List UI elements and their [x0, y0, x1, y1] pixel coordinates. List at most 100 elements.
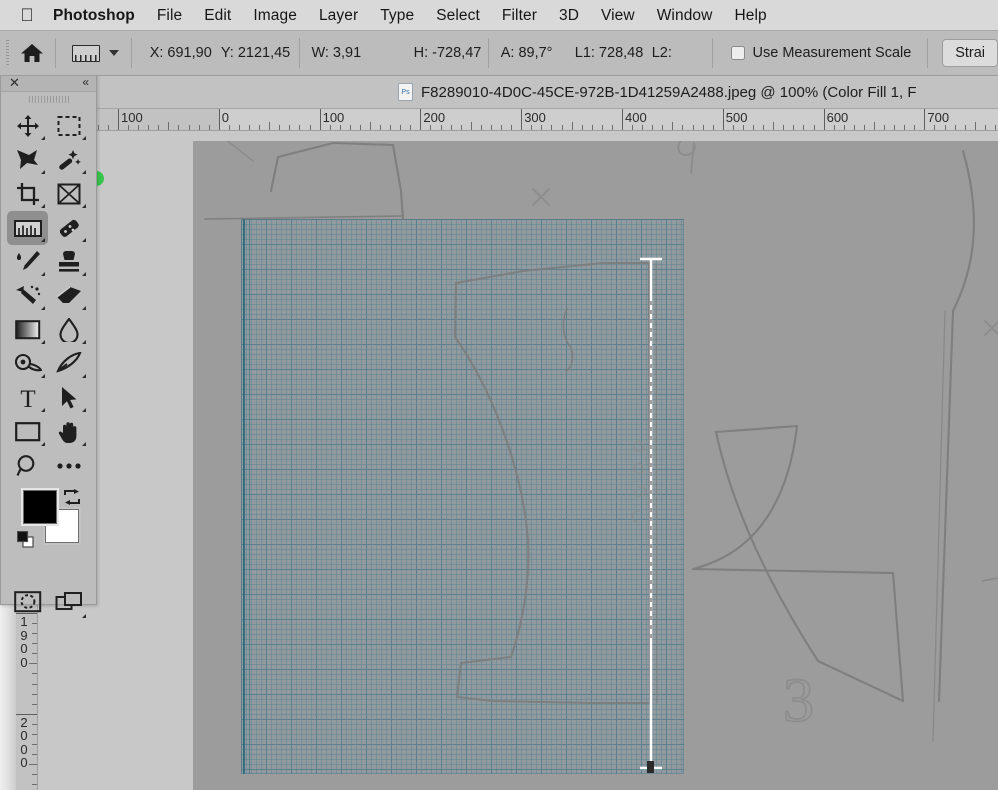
ruler-tick-minor: [32, 744, 37, 746]
panel-grip-icon[interactable]: [1, 92, 96, 107]
double-chevron-left-icon[interactable]: «: [82, 76, 89, 88]
ruler-tick-minor: [803, 125, 805, 130]
healing-brush-icon: [16, 251, 40, 270]
ruler-tick-minor: [914, 125, 916, 130]
foreground-color-swatch[interactable]: [23, 490, 57, 524]
path-selection-tool[interactable]: [48, 381, 89, 415]
color-swatches: [1, 489, 96, 577]
ruler-tick-minor: [188, 125, 190, 130]
quick-mask-mode-button[interactable]: [7, 583, 48, 621]
horizontal-ruler[interactable]: 100010020030040050060070080090010001100: [16, 109, 998, 131]
sketch-wedge-inner-curve: [691, 424, 799, 571]
menu-help[interactable]: Help: [723, 0, 777, 31]
ruler-tick-minor: [863, 125, 865, 130]
crop-tool[interactable]: [7, 177, 48, 211]
ruler-tick-minor: [32, 643, 37, 645]
ruler-tick-minor: [128, 125, 130, 130]
ruler-tick-minor: [29, 764, 37, 766]
ruler-tick-minor: [259, 125, 261, 130]
sketch-stray-line: [226, 141, 254, 162]
ruler-tick-minor: [107, 125, 109, 130]
canvas-area[interactable]: 3: [38, 131, 998, 790]
menu-file[interactable]: File: [146, 0, 193, 31]
sketch-body-left-short: [453, 281, 458, 339]
artboard[interactable]: 3: [193, 141, 998, 790]
rectangle-tool[interactable]: [7, 415, 48, 449]
menu-image[interactable]: Image: [242, 0, 308, 31]
measure-w-value[interactable]: W: 3,91: [301, 45, 361, 61]
menu-window[interactable]: Window: [646, 0, 724, 31]
tools-panel[interactable]: ✕ « T: [0, 72, 97, 618]
straighten-layer-button[interactable]: Strai: [942, 39, 998, 67]
sketch-wedge-outer-curve: [714, 430, 820, 663]
blur-tool[interactable]: [48, 313, 89, 347]
dodge-tool[interactable]: [7, 347, 48, 381]
ruler-label: 500: [725, 110, 748, 125]
ruler-tick-minor: [561, 125, 563, 130]
options-separator-6: [927, 38, 929, 68]
gradient-tool[interactable]: [7, 313, 48, 347]
photoshop-window:  Photoshop File Edit Image Layer Type S…: [0, 0, 998, 790]
move-tool[interactable]: [7, 109, 48, 143]
type-tool[interactable]: T: [7, 381, 48, 415]
gradient-icon: [14, 320, 40, 340]
menu-3d[interactable]: 3D: [548, 0, 590, 31]
use-measurement-scale-toggle[interactable]: Use Measurement Scale: [715, 45, 926, 61]
frame-icon: [57, 183, 80, 205]
apple-logo-icon[interactable]: : [14, 6, 40, 24]
home-button[interactable]: [12, 42, 53, 64]
clone-stamp-tool[interactable]: [48, 245, 89, 279]
sketch-wedge-right-edge: [891, 571, 905, 703]
edit-toolbar-button[interactable]: [48, 449, 89, 483]
eraser-tool[interactable]: [48, 279, 89, 313]
screen-mode-button[interactable]: [48, 583, 89, 621]
ruler-tick-minor: [672, 122, 674, 130]
sketch-body-bottom-edge: [455, 695, 650, 705]
menu-type[interactable]: Type: [369, 0, 425, 31]
menu-photoshop[interactable]: Photoshop: [46, 0, 146, 31]
document-tab[interactable]: F8289010-4D0C-45CE-972B-1D41259A2488.jpe…: [384, 76, 931, 109]
tool-flyout-indicator: [82, 170, 86, 174]
lasso-tool[interactable]: [7, 143, 48, 177]
lasso-icon: [17, 150, 38, 169]
ruler-label: 1900: [20, 614, 28, 670]
close-icon[interactable]: ✕: [9, 76, 20, 89]
rectangular-marquee-tool[interactable]: [48, 109, 89, 143]
hand-icon: [58, 422, 76, 443]
spot-healing-brush-tool[interactable]: [7, 245, 48, 279]
ruler-label: 0: [221, 110, 230, 125]
ruler-tick-minor: [753, 125, 755, 130]
swap-colors-icon[interactable]: [63, 489, 81, 510]
menu-view[interactable]: View: [590, 0, 646, 31]
ruler-tick-minor: [339, 125, 341, 130]
menu-layer[interactable]: Layer: [308, 0, 369, 31]
frame-tool[interactable]: [48, 177, 89, 211]
measure-l2-value[interactable]: L2:: [636, 45, 672, 61]
tool-flyout-indicator: [82, 272, 86, 276]
zoom-tool[interactable]: [7, 449, 48, 483]
menu-filter[interactable]: Filter: [491, 0, 548, 31]
rectangle-icon: [14, 422, 40, 442]
options-bar: X: 691,90 Y: 2121,45 W: 3,91 H: -728,47 …: [0, 31, 998, 76]
options-bar-grip[interactable]: [4, 40, 12, 66]
default-colors-icon[interactable]: [16, 530, 34, 553]
menu-select[interactable]: Select: [425, 0, 491, 31]
pen-tool[interactable]: [48, 347, 89, 381]
measure-h-value[interactable]: H: -728,47: [356, 45, 482, 61]
magic-wand-tool[interactable]: [48, 143, 89, 177]
tool-preset-picker[interactable]: [58, 44, 129, 62]
history-brush-tool[interactable]: [7, 279, 48, 313]
ruler-tick-minor: [793, 125, 795, 130]
measure-l1-value[interactable]: L1: 728,48: [547, 45, 644, 61]
ruler-tool[interactable]: [7, 211, 48, 245]
tool-flyout-indicator: [82, 374, 86, 378]
hand-tool[interactable]: [48, 415, 89, 449]
eyedropper-tool[interactable]: [48, 211, 89, 245]
measure-y-value[interactable]: Y: 2121,45: [205, 45, 290, 61]
ruler-tick-minor: [511, 125, 513, 130]
ruler-tick-minor: [299, 125, 301, 130]
menu-edit[interactable]: Edit: [193, 0, 242, 31]
use-measurement-scale-checkbox[interactable]: [730, 46, 745, 60]
measure-a-value[interactable]: A: 89,7°: [491, 45, 553, 61]
measure-x-value[interactable]: X: 691,90: [134, 45, 212, 61]
